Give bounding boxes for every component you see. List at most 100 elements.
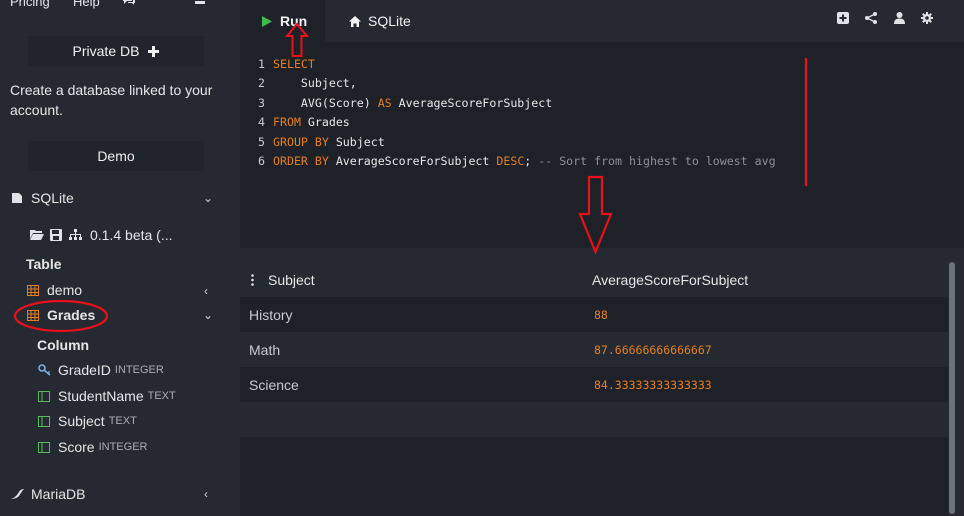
table-name: Grades [47,307,96,323]
table-row: Science 84.33333333333333 [240,367,948,402]
keyword: FROM [273,114,301,129]
cell-average: 84.33333333333333 [594,377,712,392]
cell-subject: Science [249,376,299,393]
code-text: AverageScoreForSubject [328,153,497,168]
cell-average: 87.66666666666667 [594,342,712,357]
column-heading: Column [37,337,90,353]
column-header-average[interactable]: AverageScoreForSubject [592,272,748,288]
mariadb-icon [10,487,24,501]
save-icon[interactable] [49,228,63,242]
demo-label: Demo [97,148,135,164]
sql-editor[interactable]: 1 SELECT 2 Subject, 3 AVG(Score) AS Avera… [240,42,964,248]
code-line: 2 Subject, [240,73,357,92]
play-icon [262,15,272,27]
code-text: Grades [300,114,350,129]
code-line: 5 GROUP BY Subject [240,132,385,151]
database-icon[interactable] [194,0,206,9]
column-item-subject[interactable]: Subject TEXT [37,413,137,429]
keyword: GROUP BY [273,134,329,149]
column-name: Score [58,439,95,455]
gear-icon[interactable] [920,11,934,25]
demo-button[interactable]: Demo [28,141,204,171]
top-nav: Pricing Help [10,0,226,10]
column-menu-icon[interactable] [251,273,254,289]
sqlite-tab-label: SQLite [368,13,411,29]
table-row-empty [240,402,948,437]
chevron-left-icon[interactable]: ‹ [204,487,208,501]
code-line: 6 ORDER BY AverageScoreForSubject DESC; -… [240,151,776,170]
chevron-left-icon[interactable]: ‹ [204,284,208,298]
keyword: SELECT [273,56,315,71]
code-line: 1 SELECT [240,54,315,73]
mariadb-section-header[interactable]: MariaDB [10,486,85,502]
code-text: AverageScoreForSubject [391,95,553,110]
column-item-score[interactable]: Score INTEGER [37,439,147,455]
line-number: 5 [258,134,265,149]
column-item-studentname[interactable]: StudentName TEXT [37,388,176,404]
table-item-demo[interactable]: demo [26,282,82,298]
db-version-label: 0.1.4 beta (... [90,227,173,243]
home-icon [349,15,361,27]
key-icon [37,363,51,377]
column-type: INTEGER [114,364,164,376]
chevron-down-icon[interactable]: ⌄ [203,191,213,205]
help-link[interactable]: Help [73,0,100,9]
table-item-grades[interactable]: Grades [26,307,95,323]
db-version-row: 0.1.4 beta (... [30,227,173,243]
table-heading: Table [26,256,62,272]
code-line: 4 FROM Grades [240,112,350,131]
line-number: 4 [258,114,265,129]
column-icon [37,440,51,454]
table-name: demo [47,282,83,298]
share-icon[interactable] [864,11,878,25]
run-button[interactable]: Run [240,0,325,42]
table-icon [26,283,40,297]
private-db-button[interactable]: Private DB [28,36,204,66]
sqlite-section-header[interactable]: SQLite [10,190,74,206]
chevron-down-icon[interactable]: ⌄ [203,308,213,322]
chat-icon[interactable] [122,0,136,9]
run-label: Run [280,13,308,29]
tab-sqlite[interactable]: SQLite [325,0,425,42]
column-header-subject[interactable]: Subject [268,272,315,288]
add-square-icon[interactable] [836,11,850,25]
line-number: 3 [258,95,265,110]
toolbar-actions [836,11,934,25]
table-row: Math 87.66666666666667 [240,332,948,367]
column-name: GradeID [58,362,111,378]
line-number: 6 [258,153,265,168]
keyword: ORDER BY [273,153,329,168]
column-name: StudentName [58,388,144,404]
pricing-link[interactable]: Pricing [10,0,50,9]
pen-icon [10,191,24,205]
mariadb-label: MariaDB [31,486,86,502]
results-scrollbar-thumb[interactable] [949,262,955,514]
plus-icon [148,45,160,57]
column-item-gradeid[interactable]: GradeID INTEGER [37,362,164,378]
folder-open-icon[interactable] [30,228,44,242]
cell-subject: History [249,306,293,323]
results-table: Subject AverageScoreForSubject History 8… [240,262,948,516]
table-row: History 88 [240,297,948,332]
table-icon [26,308,40,322]
code-text: Subject [328,134,385,149]
code-text: Subject, [300,75,357,90]
sitemap-icon[interactable] [68,228,82,242]
column-icon [37,389,51,403]
create-db-text: Create a database linked to your account… [10,82,213,118]
user-icon[interactable] [892,11,906,25]
column-type: TEXT [108,415,137,427]
sqlite-label: SQLite [31,190,74,206]
line-number: 2 [258,75,265,90]
line-number: 1 [258,56,265,71]
cell-subject: Math [249,341,281,358]
column-name: Subject [58,413,105,429]
column-icon [37,414,51,428]
keyword: DESC [496,153,525,168]
results-header: Subject AverageScoreForSubject [240,262,948,297]
function-call: AVG(Score) [300,95,378,110]
toolbar: Run SQLite [240,0,964,42]
column-type: TEXT [147,390,176,402]
